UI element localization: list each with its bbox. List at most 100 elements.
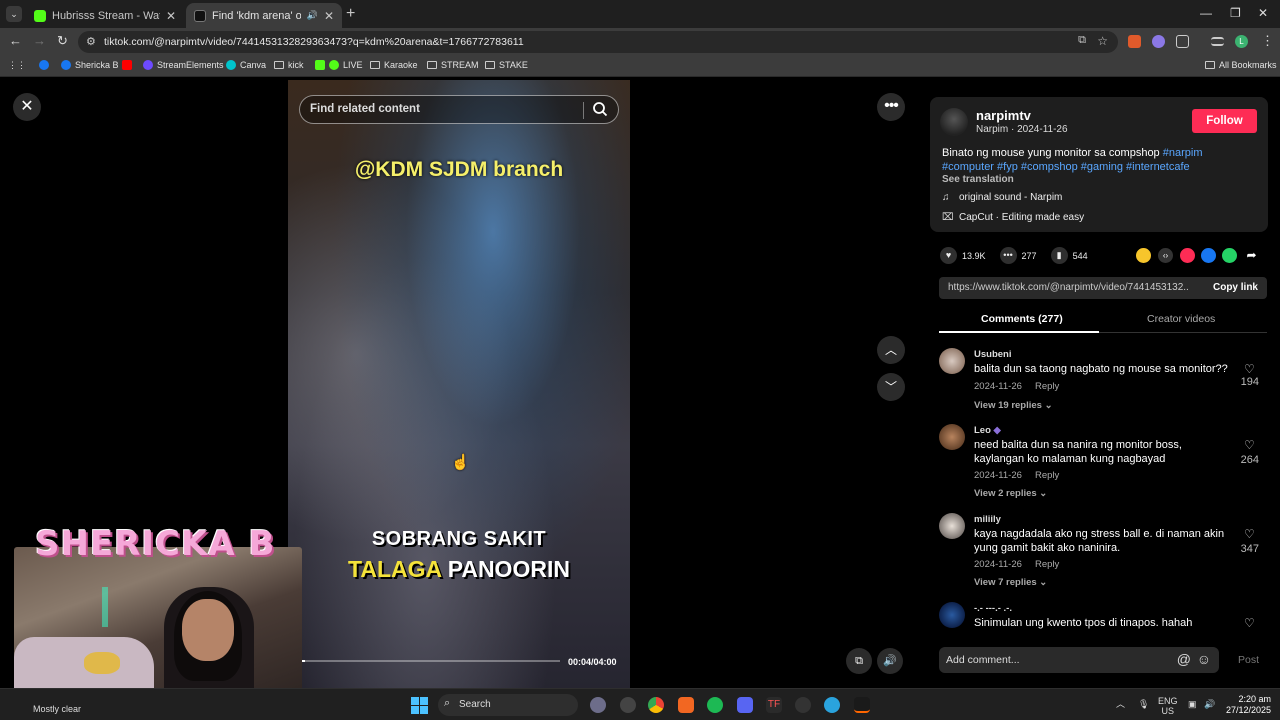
emoji-share-icon[interactable] [1136,248,1151,263]
network-icon[interactable]: ▣ [1188,699,1197,709]
embed-icon[interactable]: ‹› [1158,248,1173,263]
spotify-icon[interactable] [707,697,723,713]
telegram-icon[interactable] [824,697,840,713]
bookmark-stream[interactable]: STREAM [427,60,479,70]
send-share-icon[interactable] [1180,248,1195,263]
related-search-input[interactable]: Find related content [299,95,619,124]
save-button[interactable]: ▮ 544 [1050,247,1088,264]
discord-icon[interactable] [737,697,753,713]
video-progress-bar[interactable] [300,660,560,662]
extension-icon[interactable] [1152,35,1165,48]
address-bar[interactable]: ⚙ tiktok.com/@narpimtv/video/74414531328… [78,31,1118,53]
post-comment-button[interactable]: Post [1238,654,1259,666]
commenter-avatar[interactable] [939,348,965,374]
tab-comments[interactable]: Comments (277) [981,313,1063,325]
tab-close-icon[interactable]: ✕ [324,9,334,23]
creator-avatar[interactable] [940,108,968,136]
reload-icon[interactable]: ↻ [57,33,68,49]
search-icon[interactable] [592,101,608,117]
whatsapp-share-icon[interactable] [1222,248,1237,263]
weather-widget[interactable]: Mostly clear [33,704,81,714]
commenter-name[interactable]: miliily [974,514,1001,525]
comment-button[interactable]: ••• 277 [999,247,1037,264]
hashtag-link[interactable]: #narpim [1163,147,1203,159]
bookmark-star-icon[interactable]: ☆ [1097,34,1108,48]
taskbar-search[interactable]: ⌕ Search [438,694,578,716]
capcut-row[interactable]: ⌧ CapCut · Editing made easy [942,212,1084,223]
tab-audio-icon[interactable]: 🔊 [307,10,318,21]
profile-avatar[interactable]: L [1235,35,1248,48]
comment-like-icon[interactable]: ♡ [1244,616,1255,630]
minimize-icon[interactable]: — [1200,6,1212,20]
tab-close-icon[interactable]: ✕ [166,9,176,23]
app-icon[interactable] [795,697,811,713]
bookmark-youtube[interactable] [122,60,136,70]
site-info-icon[interactable]: ⚙ [86,35,96,48]
comment-like-icon[interactable]: ♡ [1244,438,1255,452]
close-window-icon[interactable]: ✕ [1258,6,1268,20]
tab-creator-videos[interactable]: Creator videos [1147,313,1215,325]
tab-tiktok-search[interactable]: Find 'kdm arena' on TikToi 🔊 ✕ [186,3,342,28]
bookmark-shericka[interactable]: Shericka B [61,60,119,70]
creator-username[interactable]: narpimtv [976,108,1031,123]
copy-link-button[interactable]: Copy link [1213,282,1258,293]
more-options-button[interactable]: ••• [877,93,905,121]
video-player[interactable]: @KDM SJDM branch SOBRANG SAKIT TALAGA PA… [288,80,630,688]
app-icon[interactable] [590,697,606,713]
comment-like-icon[interactable]: ♡ [1244,527,1255,541]
reading-list-icon[interactable] [1211,37,1224,46]
extensions-puzzle-icon[interactable] [1176,35,1189,48]
commenter-name[interactable]: -.- ---.- .-. [974,603,1012,614]
apps-grid-icon[interactable]: ⋮⋮ [8,60,26,71]
close-video-button[interactable]: ✕ [13,93,41,121]
follow-button[interactable]: Follow [1192,109,1257,133]
volume-icon[interactable]: 🔊 [877,648,903,674]
browser-menu-icon[interactable]: ⋮ [1261,33,1274,49]
commenter-name-row[interactable]: Leo ◆ [974,425,1001,436]
tab-list-button[interactable]: ⌄ [6,6,22,22]
hashtag-links[interactable]: #computer #fyp #compshop #gaming #intern… [942,161,1190,173]
share-arrow-icon[interactable]: ➦ [1244,248,1259,263]
comment-like-icon[interactable]: ♡ [1244,362,1255,376]
floating-player-icon[interactable]: ⧉ [846,648,872,674]
previous-video-button[interactable]: ︿ [877,336,905,364]
commenter-avatar[interactable] [939,513,965,539]
see-translation-link[interactable]: See translation [942,174,1014,185]
extension-icon[interactable] [1128,35,1141,48]
tab-hubrisss-stream[interactable]: Hubrisss Stream - Watch Live o ✕ [26,3,184,28]
reply-button[interactable]: Reply [1035,559,1059,570]
reply-button[interactable]: Reply [1035,470,1059,481]
all-bookmarks[interactable]: All Bookmarks [1205,60,1277,70]
facebook-share-icon[interactable] [1201,248,1216,263]
like-button[interactable]: ♥ 13.9K [940,247,986,264]
view-replies-button[interactable]: View 2 replies ⌄ [974,488,1047,499]
microphone-icon[interactable]: 🎙 [1138,699,1149,709]
bookmark-live[interactable]: LIVE [315,60,363,70]
new-tab-button[interactable]: + [346,5,355,23]
emoji-icon[interactable]: ☺ [1197,651,1211,667]
system-clock[interactable]: 2:20 am 27/12/2025 [1226,694,1271,716]
restore-icon[interactable]: ❐ [1230,6,1241,20]
bookmark-streamelements[interactable]: StreamElements [143,60,224,70]
commenter-name[interactable]: Usubeni [974,349,1011,360]
volume-tray-icon[interactable]: 🔊 [1204,699,1215,709]
tray-chevron-icon[interactable]: ︿ [1116,699,1125,709]
bookmark-karaoke[interactable]: Karaoke [370,60,418,70]
windows-start-icon[interactable] [411,697,428,714]
view-replies-button[interactable]: View 19 replies ⌄ [974,400,1053,411]
cast-icon[interactable]: ⧉ [1078,34,1086,47]
video-link-text[interactable]: https://www.tiktok.com/@narpimtv/video/7… [948,282,1188,293]
bookmark-stake[interactable]: STAKE [485,60,528,70]
add-comment-input[interactable]: Add comment... @ ☺ [939,647,1219,673]
commenter-avatar[interactable] [939,424,965,450]
app-icon[interactable]: TF [766,697,782,713]
bookmark-facebook[interactable] [39,60,53,70]
view-replies-button[interactable]: View 7 replies ⌄ [974,577,1047,588]
commenter-avatar[interactable] [939,602,965,628]
chrome-icon[interactable] [648,697,664,713]
back-icon[interactable]: ← [9,33,22,48]
bookmark-canva[interactable]: Canva [226,60,266,70]
bookmark-kick[interactable]: kick [274,60,304,70]
reply-button[interactable]: Reply [1035,381,1059,392]
app-icon[interactable] [678,697,694,713]
